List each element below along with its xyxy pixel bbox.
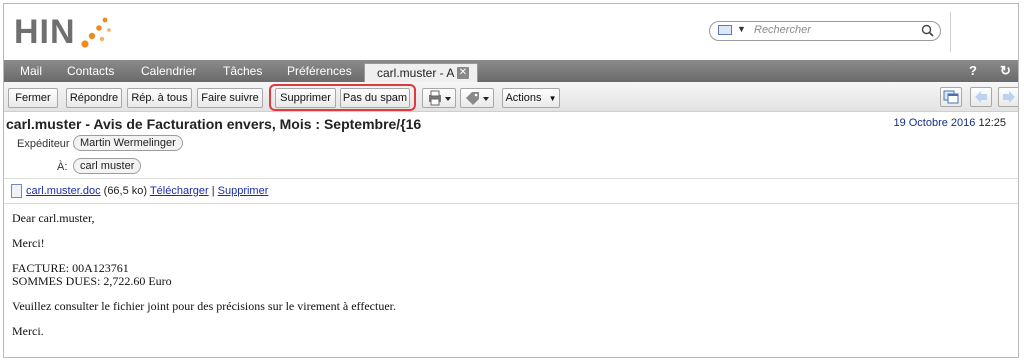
tab-message[interactable]: carl.muster - A ✕: [364, 63, 478, 82]
logo-slash-mark: [78, 12, 112, 52]
sender-chip[interactable]: Martin Wermelinger: [73, 135, 183, 151]
tab-taches[interactable]: Tâches: [223, 60, 262, 82]
delete-attachment-link[interactable]: Supprimer: [218, 185, 269, 197]
refresh-icon[interactable]: ↻: [1000, 63, 1011, 79]
time-text: 12:25: [978, 117, 1006, 129]
reply-button[interactable]: Répondre: [66, 88, 122, 108]
print-icon: [429, 90, 451, 106]
logo-text: HIN: [14, 12, 76, 51]
header-divider: [950, 12, 951, 52]
download-link[interactable]: Télécharger: [150, 185, 209, 197]
close-button[interactable]: Fermer: [8, 88, 58, 108]
attachment-info: carl.muster.doc (66,5 ko) Télécharger | …: [26, 185, 268, 197]
close-icon[interactable]: ✕: [457, 67, 469, 79]
search-box[interactable]: ▼ Rechercher: [709, 21, 941, 41]
link-separator: |: [211, 185, 215, 197]
message-header: carl.muster - Avis de Facturation envers…: [4, 112, 1018, 134]
nav-bar: Mail Contacts Calendrier Tâches Préféren…: [4, 60, 1018, 82]
date-text: 19 Octobre 2016: [893, 117, 976, 129]
next-message-button[interactable]: [998, 87, 1018, 107]
help-icon[interactable]: ?: [969, 63, 977, 78]
tab-calendrier[interactable]: Calendrier: [141, 60, 196, 82]
mail-scope-icon[interactable]: [718, 25, 732, 35]
tag-icon: [466, 92, 489, 105]
search-input[interactable]: Rechercher: [754, 24, 811, 36]
chevron-down-icon[interactable]: ▼: [737, 24, 746, 34]
document-icon: [11, 184, 22, 198]
mail-window: HIN ▼ Rechercher Mail Contacts Calendrie…: [3, 3, 1019, 358]
recipient-chip[interactable]: carl muster: [73, 158, 142, 174]
delete-button[interactable]: Supprimer: [275, 88, 336, 108]
new-window-icon: [943, 90, 959, 104]
tab-message-label: carl.muster - A: [377, 66, 455, 80]
hin-logo[interactable]: HIN: [14, 12, 112, 52]
forward-button[interactable]: Faire suivre: [197, 88, 263, 108]
attachment-size: (66,5 ko): [103, 185, 148, 197]
body-line: Merci.: [12, 324, 44, 338]
previous-message-button[interactable]: [970, 87, 992, 107]
sender-label: Expéditeur :: [17, 138, 76, 150]
message-subject: carl.muster - Avis de Facturation envers…: [6, 116, 422, 132]
tag-menu-button[interactable]: [460, 88, 494, 108]
message-date: 19 Octobre 2016 12:25: [893, 117, 1006, 129]
open-window-button[interactable]: [940, 87, 962, 107]
body-line: Veuillez consulter le fichier joint pour…: [12, 299, 396, 313]
arrow-left-icon: [975, 91, 987, 103]
actions-menu-button[interactable]: Actions ▼: [502, 88, 560, 108]
header: HIN ▼ Rechercher: [4, 4, 1018, 60]
body-line: SOMMES DUES: 2,722.60 Euro: [12, 274, 172, 288]
tab-contacts[interactable]: Contacts: [67, 60, 114, 82]
tab-preferences[interactable]: Préférences: [287, 60, 352, 82]
arrow-right-icon: [1003, 91, 1015, 103]
actions-label: Actions: [505, 92, 542, 104]
search-icon[interactable]: [921, 24, 934, 42]
not-spam-button[interactable]: Pas du spam: [340, 88, 410, 108]
to-label: À:: [57, 161, 68, 173]
tab-mail[interactable]: Mail: [20, 60, 42, 82]
body-line: Dear carl.muster,: [12, 211, 95, 225]
print-menu-button[interactable]: [422, 88, 456, 108]
attachment-row: carl.muster.doc (66,5 ko) Télécharger | …: [4, 178, 1018, 204]
attachment-filename-link[interactable]: carl.muster.doc: [26, 185, 101, 197]
chevron-down-icon: ▼: [548, 94, 557, 103]
toolbar: Fermer Répondre Rép. à tous Faire suivre…: [4, 82, 1018, 112]
body-line: Merci!: [12, 236, 45, 250]
reply-all-button[interactable]: Rép. à tous: [127, 88, 192, 108]
message-body: Dear carl.muster, Merci! FACTURE: 00A123…: [12, 212, 992, 338]
